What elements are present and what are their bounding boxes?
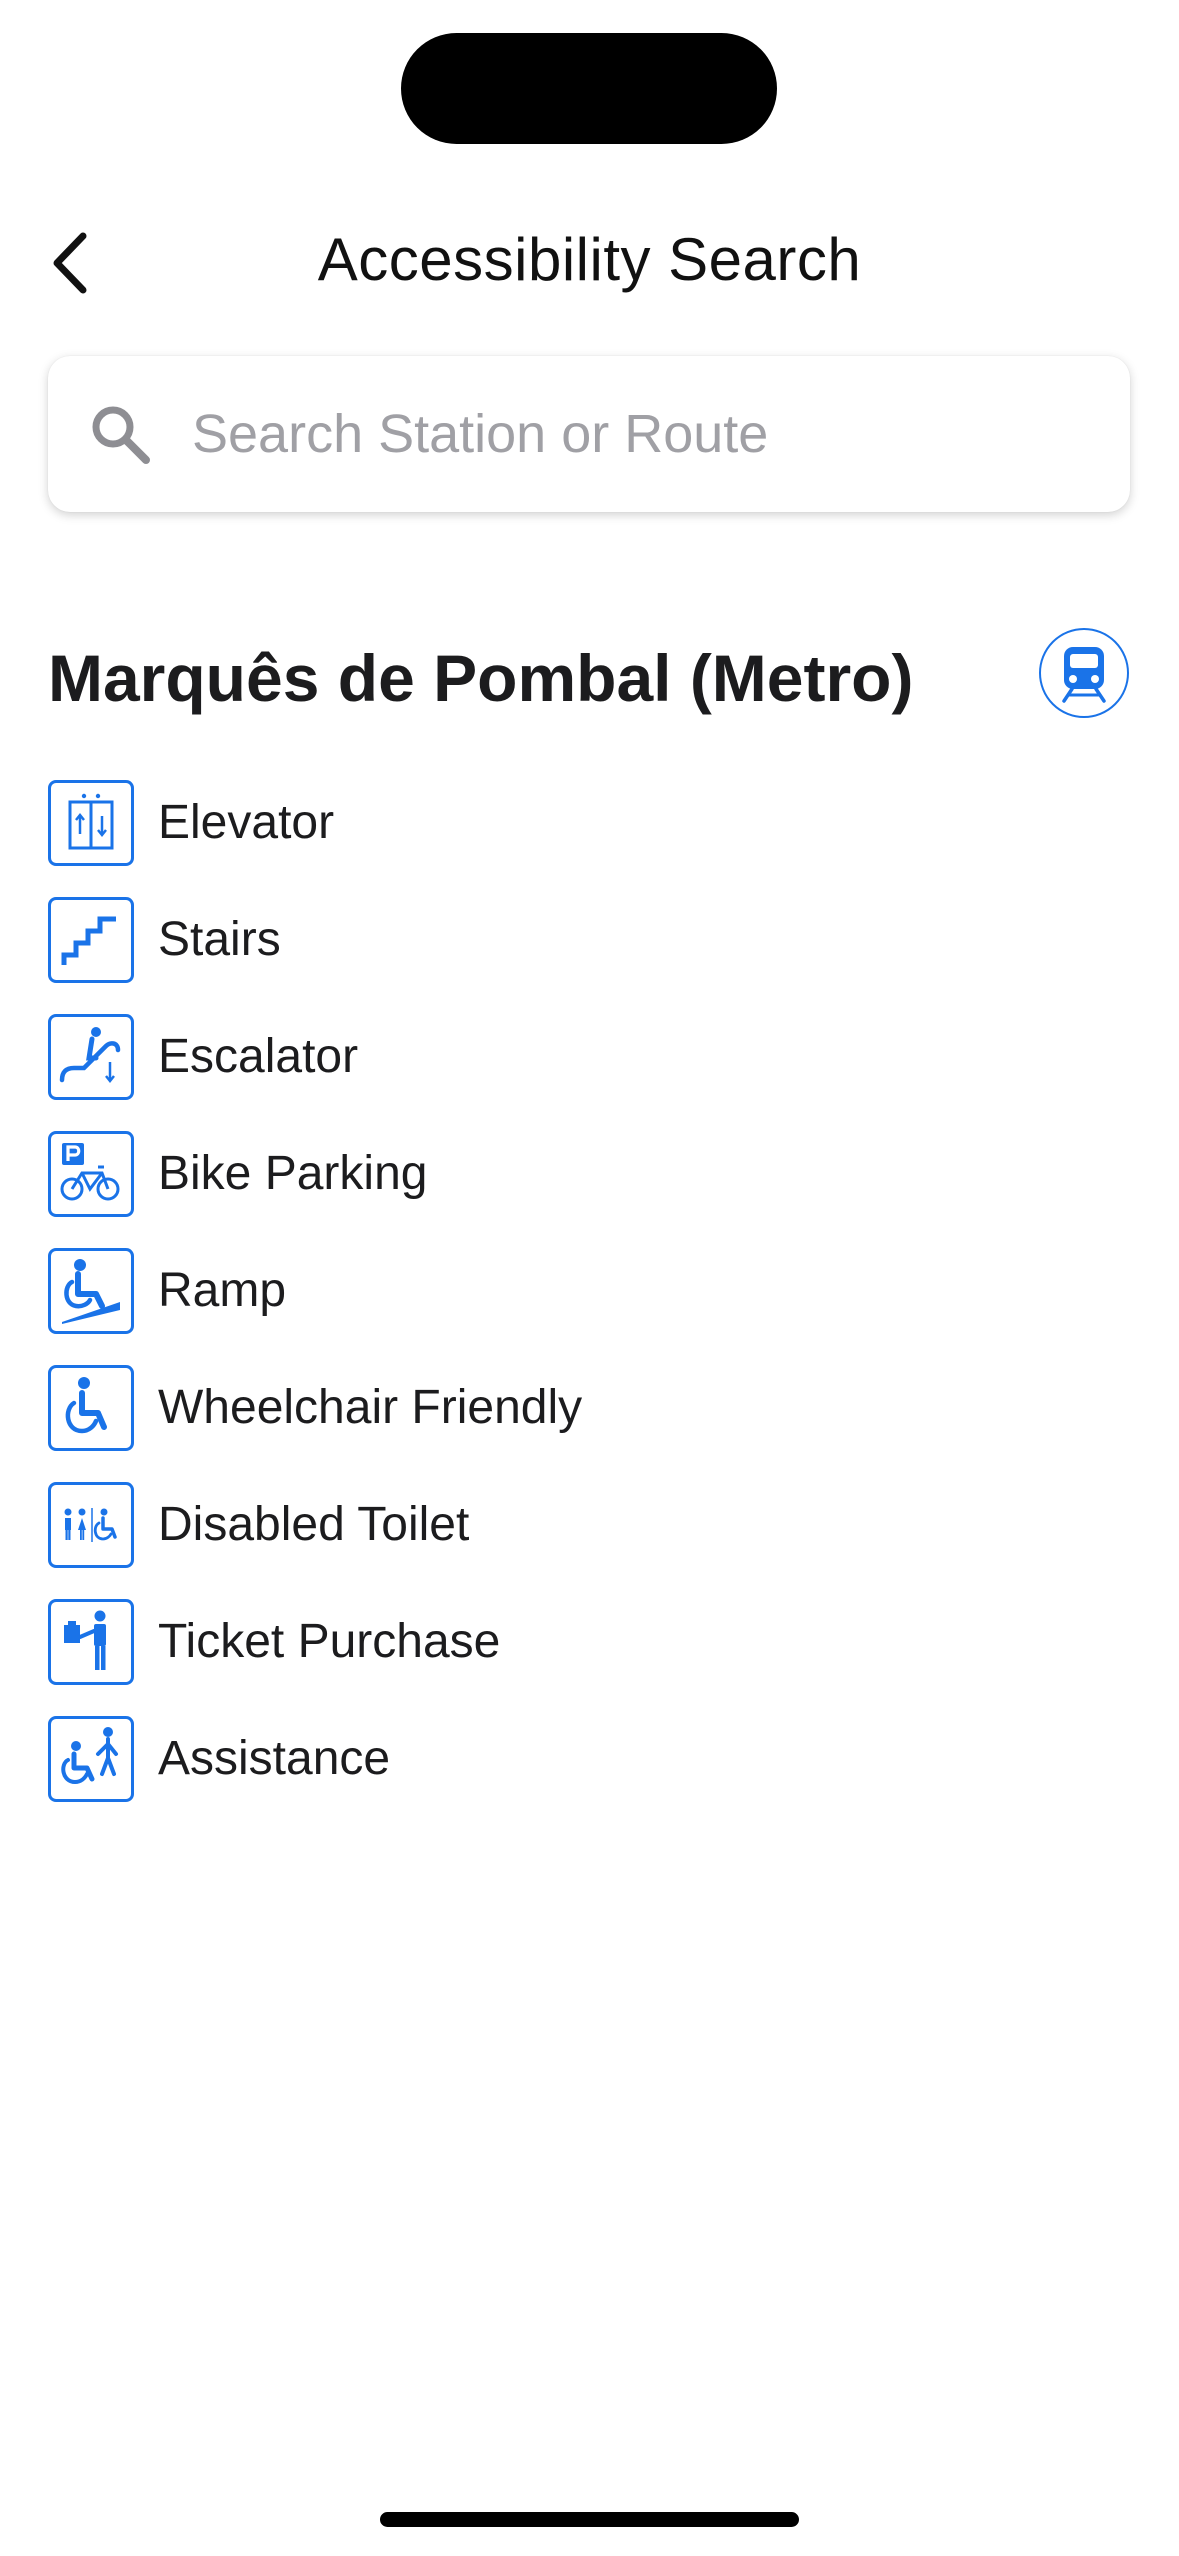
feature-label: Ramp xyxy=(158,1263,287,1317)
navigation-bar: Accessibility Search xyxy=(0,205,1179,315)
feature-item-ticket-purchase[interactable]: Ticket Purchase xyxy=(48,1583,1138,1700)
metro-train-icon xyxy=(1062,647,1106,703)
feature-item-assistance[interactable]: Assistance xyxy=(48,1700,1138,1817)
wheelchair-icon xyxy=(48,1364,134,1451)
accessibility-feature-list: Elevator Stairs Escalator Bike Parking R… xyxy=(48,764,1138,1817)
ticket-purchase-icon xyxy=(48,1598,134,1685)
search-input[interactable] xyxy=(192,384,1092,484)
bike-parking-icon xyxy=(48,1130,134,1217)
feature-item-bike-parking[interactable]: Bike Parking xyxy=(48,1115,1138,1232)
dynamic-island xyxy=(401,33,777,144)
stairs-icon xyxy=(48,896,134,983)
feature-label: Stairs xyxy=(158,912,281,966)
feature-label: Elevator xyxy=(158,795,335,849)
feature-item-ramp[interactable]: Ramp xyxy=(48,1232,1138,1349)
elevator-icon xyxy=(48,779,134,866)
feature-label: Wheelchair Friendly xyxy=(158,1380,583,1434)
feature-item-wheelchair-friendly[interactable]: Wheelchair Friendly xyxy=(48,1349,1138,1466)
feature-item-disabled-toilet[interactable]: Disabled Toilet xyxy=(48,1466,1138,1583)
station-header: Marquês de Pombal (Metro) xyxy=(48,624,1138,744)
escalator-icon xyxy=(48,1013,134,1100)
page-title: Accessibility Search xyxy=(317,226,862,293)
feature-item-elevator[interactable]: Elevator xyxy=(48,764,1138,881)
search-bar[interactable] xyxy=(48,356,1130,512)
assistance-icon xyxy=(48,1715,134,1802)
feature-label: Assistance xyxy=(158,1731,391,1785)
feature-label: Ticket Purchase xyxy=(158,1614,501,1668)
feature-label: Bike Parking xyxy=(158,1146,428,1200)
home-indicator[interactable] xyxy=(380,2512,799,2527)
station-name: Marquês de Pombal (Metro) xyxy=(48,641,914,715)
transport-badge[interactable] xyxy=(1039,628,1129,718)
ramp-icon xyxy=(48,1247,134,1334)
feature-label: Disabled Toilet xyxy=(158,1497,470,1551)
feature-item-escalator[interactable]: Escalator xyxy=(48,998,1138,1115)
search-icon xyxy=(92,406,150,464)
feature-item-stairs[interactable]: Stairs xyxy=(48,881,1138,998)
feature-label: Escalator xyxy=(158,1029,359,1083)
disabled-toilet-icon xyxy=(48,1481,134,1568)
